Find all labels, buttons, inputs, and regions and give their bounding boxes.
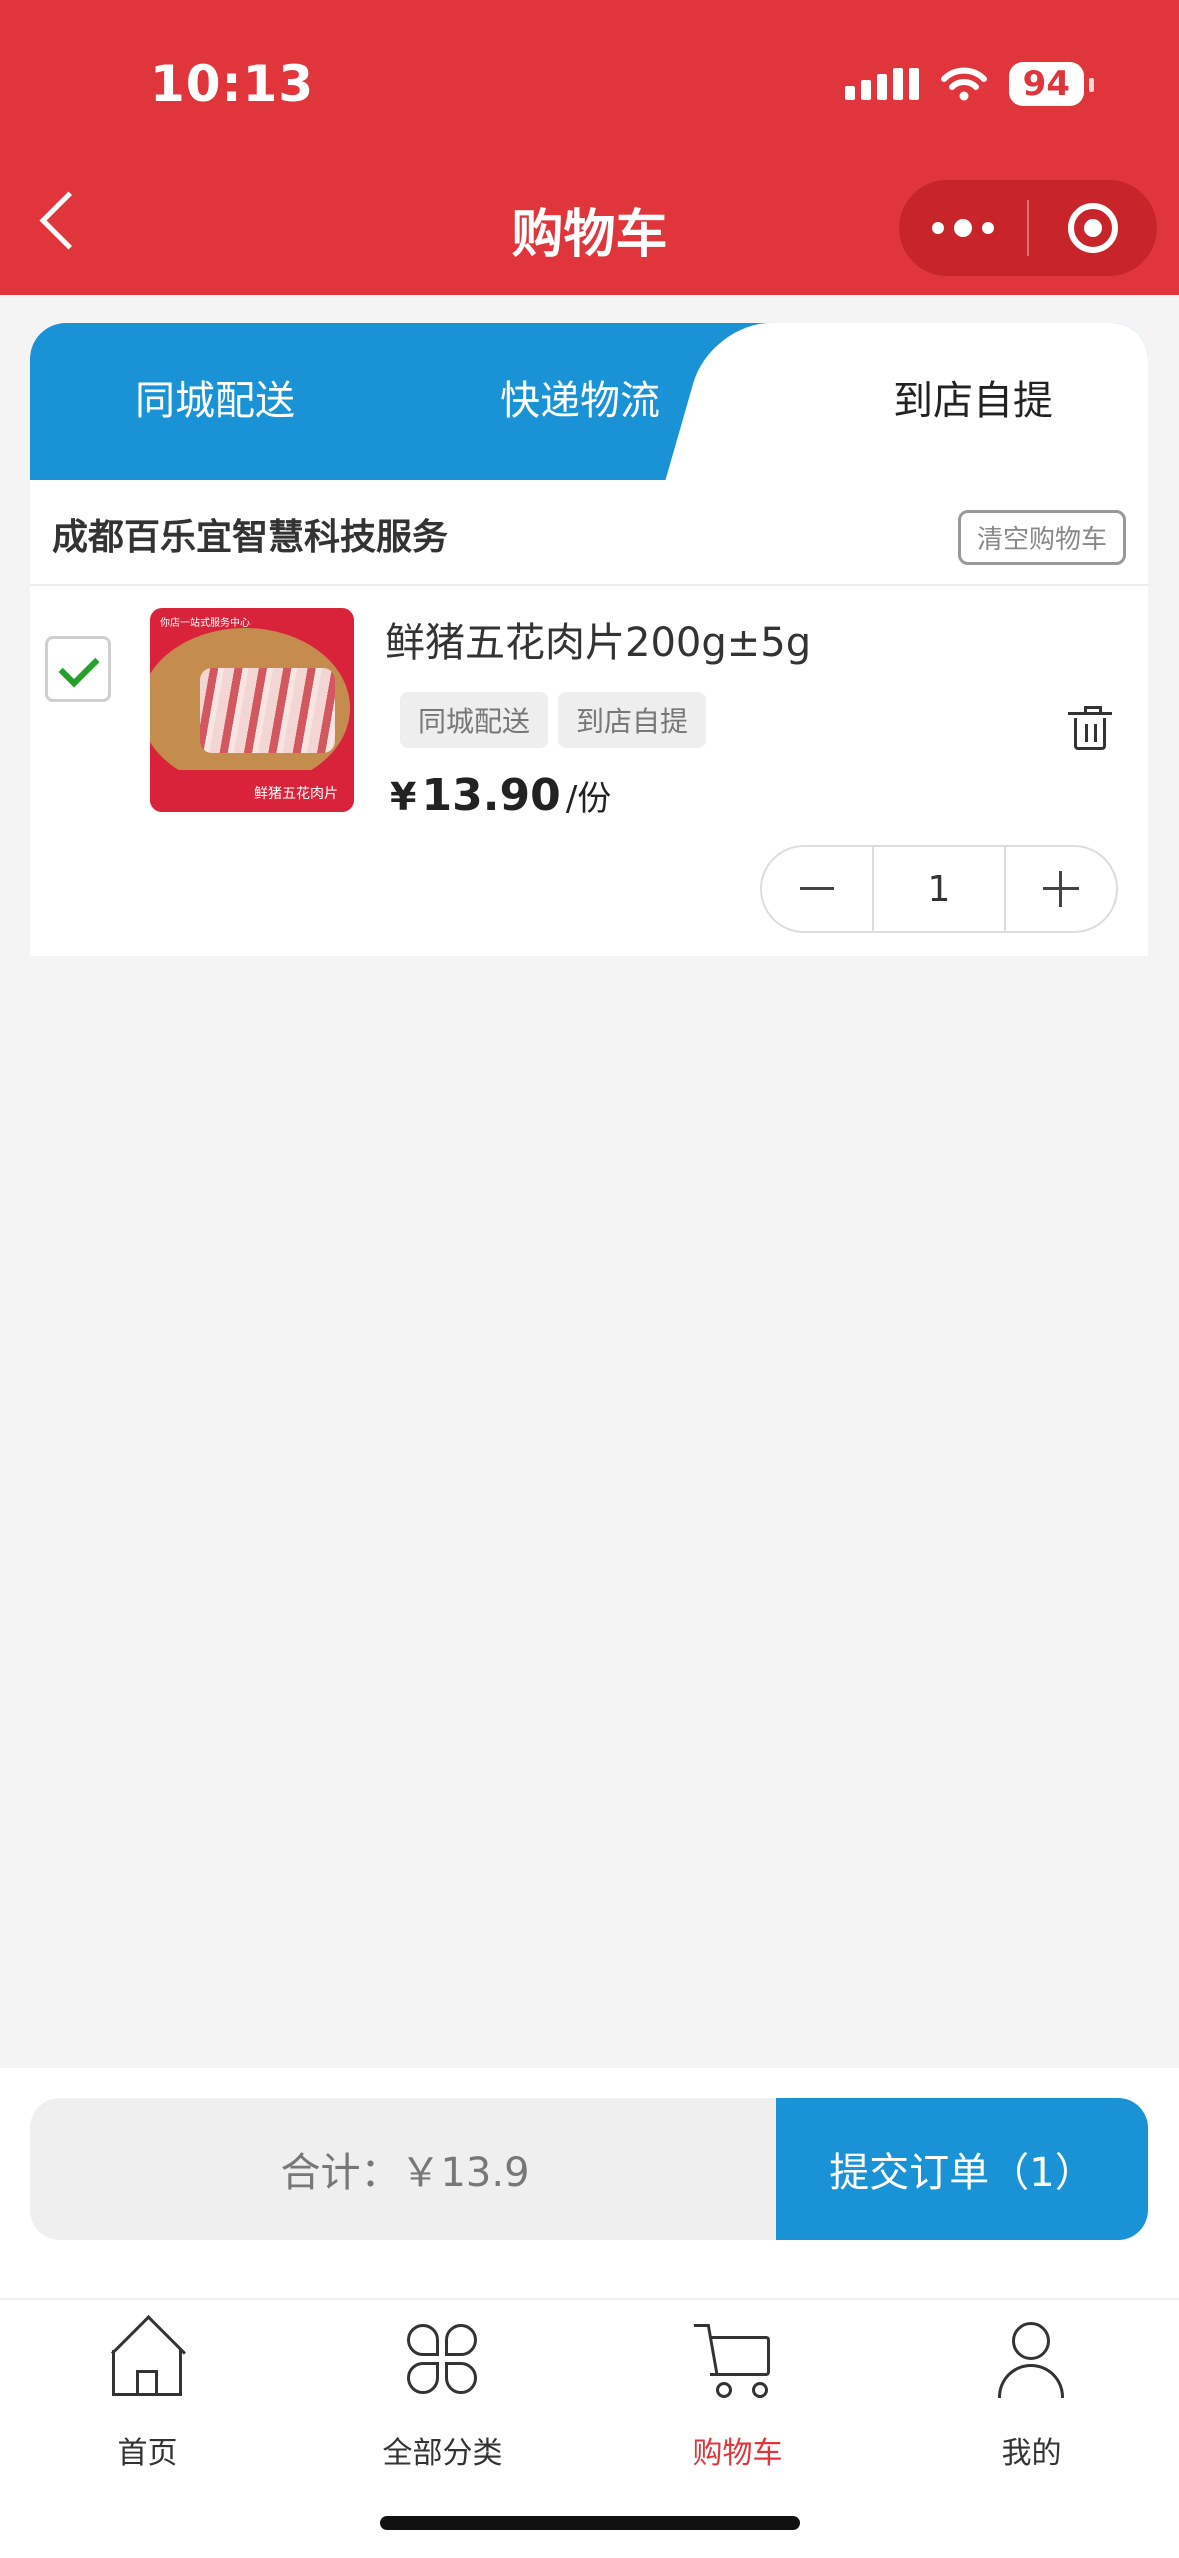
image-top-text: 你店一站式服务中心 (160, 618, 250, 629)
meat-graphic (200, 668, 335, 753)
tab-store-pickup[interactable]: 到店自提 (798, 323, 1148, 480)
tab-express-logistics[interactable]: 快递物流 (430, 323, 730, 480)
battery-indicator: 94 (1008, 62, 1095, 106)
tabbar-label: 首页 (117, 2436, 178, 2471)
store-name: 成都百乐宜智慧科技服务 (52, 517, 449, 558)
cart-store-card: 成都百乐宜智慧科技服务 清空购物车 你店一站式服务中心 鲜猪五花肉片 鲜猪五花肉… (30, 480, 1148, 956)
grid-icon (403, 2320, 481, 2398)
home-icon (108, 2315, 186, 2398)
wifi-icon (940, 67, 987, 101)
target-icon (1068, 203, 1118, 253)
header-bar: 10:13 94 购物车 (0, 0, 1179, 295)
product-image[interactable]: 你店一站式服务中心 鲜猪五花肉片 (150, 608, 354, 812)
plus-icon (1043, 871, 1079, 907)
tabbar-item-categories[interactable]: 全部分类 (295, 2320, 590, 2480)
decrease-button[interactable] (762, 847, 872, 931)
total-value: ￥13.9 (400, 2150, 530, 2196)
tabbar-item-cart[interactable]: 购物车 (590, 2320, 885, 2480)
tabbar-label: 我的 (1001, 2436, 1062, 2471)
minus-icon (800, 887, 834, 890)
tabbar-label: 全部分类 (382, 2436, 503, 2471)
trash-icon[interactable] (1068, 706, 1112, 750)
cart-icon (693, 2320, 776, 2398)
close-miniprogram-button[interactable] (1029, 180, 1157, 276)
delivery-tag: 同城配送 (400, 692, 549, 748)
cart-total: 合计： ￥13.9 (30, 2098, 780, 2240)
tabbar-label: 购物车 (692, 2436, 783, 2471)
increase-button[interactable] (1006, 847, 1116, 931)
more-options-button[interactable] (899, 180, 1027, 276)
price-unit: /份 (565, 779, 612, 819)
tabbar-item-home[interactable]: 首页 (0, 2315, 295, 2480)
delivery-tag: 到店自提 (558, 692, 707, 748)
checkout-bar: 合计： ￥13.9 提交订单（1） (0, 2068, 1179, 2300)
tabbar-item-profile[interactable]: 我的 (884, 2320, 1179, 2480)
clear-cart-button[interactable]: 清空购物车 (957, 510, 1126, 565)
product-price: ¥ 13.90 /份 (390, 770, 611, 821)
total-label: 合计： (280, 2150, 401, 2196)
quantity-stepper: 1 (760, 845, 1118, 933)
price-value: 13.90 (421, 770, 561, 821)
status-icons: 94 (844, 62, 1095, 106)
delivery-tabs: 同城配送 快递物流 到店自提 (30, 323, 1148, 480)
image-label: 鲜猪五花肉片 (254, 786, 338, 802)
price-currency: ¥ (390, 775, 417, 819)
item-checkbox[interactable] (45, 636, 111, 702)
cellular-signal-icon (844, 68, 919, 100)
user-icon (992, 2320, 1070, 2398)
product-name[interactable]: 鲜猪五花肉片200g±5g (385, 610, 811, 668)
status-time: 10:13 (150, 55, 315, 113)
divider (30, 584, 1148, 586)
home-indicator[interactable] (380, 2516, 800, 2530)
miniprogram-capsule (899, 180, 1157, 276)
tab-local-delivery[interactable]: 同城配送 (70, 323, 360, 480)
submit-order-button[interactable]: 提交订单（1） (776, 2098, 1148, 2240)
quantity-value[interactable]: 1 (872, 847, 1006, 931)
